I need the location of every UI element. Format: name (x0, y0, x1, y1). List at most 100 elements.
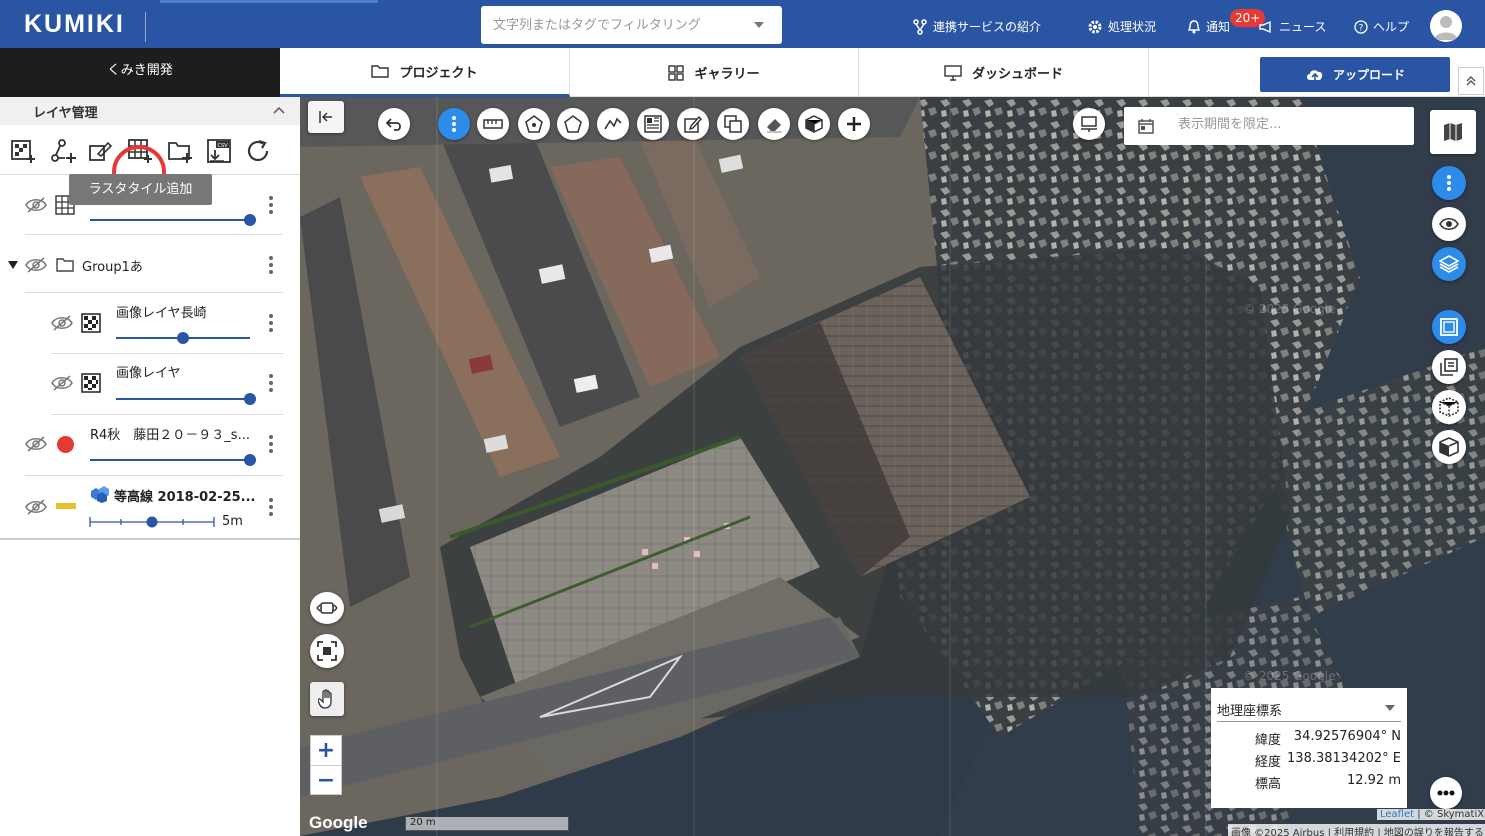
tab-dashboard-label: ダッシュボード (971, 67, 1063, 82)
opacity-slider-track[interactable] (116, 398, 250, 400)
basemap-button[interactable] (1430, 110, 1476, 154)
undo-button[interactable] (378, 108, 410, 140)
checker-icon (81, 313, 101, 333)
display-mode-button[interactable] (1073, 108, 1105, 140)
eye-off-icon[interactable] (25, 436, 47, 452)
map-options-button[interactable] (1432, 166, 1466, 200)
polyline-icon (604, 117, 622, 130)
elevation-label: 標高 (1255, 777, 1282, 792)
opacity-slider-thumb[interactable] (244, 214, 256, 226)
map-view[interactable]: + − 地理座標系 緯度 34.92576904° N 経度 138.38134… (300, 97, 1485, 836)
opacity-slider-thumb[interactable] (244, 454, 256, 466)
tab-dashboard[interactable]: ダッシュボード (859, 48, 1149, 97)
eye-off-icon[interactable] (51, 375, 73, 391)
edit-tool-button[interactable] (677, 108, 709, 140)
pointcloud-button[interactable] (1432, 390, 1466, 424)
report-error-link[interactable]: 地図の誤りを報告する (1384, 828, 1484, 836)
user-avatar[interactable] (1430, 10, 1462, 42)
red-dot-icon (57, 436, 74, 453)
filter-search-input[interactable] (493, 15, 743, 35)
3d-model-button[interactable] (1432, 430, 1466, 464)
split-view-button[interactable] (1432, 350, 1466, 384)
import-csv-button[interactable]: CSV (205, 137, 233, 165)
add-tool-button[interactable] (838, 108, 870, 140)
cloud-upload-icon (1306, 69, 1323, 81)
fit-extent-button[interactable] (310, 592, 344, 624)
eye-off-icon[interactable] (25, 197, 47, 213)
stacked-pages-icon (1440, 358, 1458, 376)
tab-gallery-label: ギャラリー (694, 67, 760, 82)
more-vertical-icon (452, 116, 456, 132)
upload-button-label: アップロード (1332, 68, 1405, 82)
coord-system-select[interactable]: 地理座標系 (1217, 698, 1401, 722)
leaflet-link[interactable]: Leaflet (1380, 809, 1414, 820)
opacity-slider-track[interactable] (90, 459, 250, 461)
nav-news[interactable]: ニュース (1258, 18, 1326, 35)
add-edit-layer-button[interactable] (87, 137, 115, 165)
csv-icon: CSV (207, 139, 231, 163)
2d-view-button[interactable] (1432, 310, 1466, 344)
group-menu-button[interactable] (269, 256, 273, 274)
more-options-button[interactable] (1430, 777, 1462, 809)
measure-tool-button[interactable] (477, 108, 509, 140)
pencil-square-icon (684, 115, 702, 133)
date-range-input[interactable] (1178, 117, 1398, 132)
layer-menu-button[interactable] (269, 435, 273, 453)
workspace-name[interactable]: くみき開発 (0, 48, 280, 97)
polyline-tool-button[interactable] (597, 108, 629, 140)
layer-panel-header[interactable]: レイヤ管理 (0, 97, 300, 125)
collapse-panel-button[interactable] (308, 101, 344, 133)
scale-label: 20 m (410, 817, 436, 828)
nav-notification[interactable]: 通知 (1187, 18, 1230, 35)
add-group-button[interactable] (166, 137, 194, 165)
tools-menu-button[interactable] (438, 108, 470, 140)
layers-button[interactable] (1432, 247, 1466, 281)
eye-off-icon[interactable] (25, 257, 47, 273)
opacity-slider-thumb[interactable] (244, 393, 256, 405)
refresh-button[interactable] (244, 137, 272, 165)
plus-icon (847, 117, 861, 131)
contour-interval-slider[interactable] (89, 515, 217, 529)
presentation-icon (1081, 116, 1097, 132)
nav-help[interactable]: ? ヘルプ (1354, 18, 1409, 35)
layer-menu-button[interactable] (269, 196, 273, 214)
caret-down-icon[interactable] (7, 260, 19, 270)
filter-search[interactable] (481, 6, 782, 44)
visibility-button[interactable] (1432, 207, 1466, 241)
svg-text:?: ? (1359, 23, 1364, 33)
nav-integration[interactable]: 連携サービスの紹介 (912, 18, 1041, 35)
add-vector-layer-button[interactable] (49, 137, 77, 165)
opacity-slider-thumb[interactable] (177, 332, 189, 344)
polygon-tool-button[interactable] (557, 108, 589, 140)
svg-text:CSV: CSV (217, 143, 228, 149)
zoom-in-button[interactable]: + (310, 735, 342, 765)
bell-icon (1188, 19, 1200, 33)
zoom-out-button[interactable]: − (310, 765, 342, 795)
focus-button[interactable] (310, 634, 344, 668)
chevron-up-icon[interactable] (273, 106, 285, 114)
pan-mode-button[interactable] (310, 682, 344, 716)
eye-off-icon[interactable] (51, 315, 73, 331)
layer-menu-button[interactable] (269, 374, 273, 392)
upload-button[interactable]: アップロード (1260, 57, 1450, 92)
nav-processing[interactable]: 処理状況 (1087, 18, 1156, 35)
add-image-layer-button[interactable] (9, 137, 37, 165)
tab-gallery[interactable]: ギャラリー (570, 48, 859, 97)
skymatix-credit: | © SkymatiX (1417, 809, 1485, 820)
polygon-area-tool-button[interactable] (518, 108, 550, 140)
tab-project[interactable]: プロジェクト (280, 48, 570, 97)
copy-tool-button[interactable] (717, 108, 749, 140)
eye-off-icon[interactable] (25, 499, 47, 515)
date-range-filter[interactable] (1124, 107, 1414, 145)
layer-menu-button[interactable] (269, 498, 273, 516)
layer-menu-button[interactable] (269, 314, 273, 332)
app-logo[interactable]: KUMIKI (24, 10, 125, 39)
node-plus-icon (51, 139, 76, 163)
layout-tool-button[interactable] (637, 108, 669, 140)
3d-tool-button[interactable] (798, 108, 830, 140)
chevron-down-icon[interactable] (754, 22, 764, 28)
terms-link[interactable]: 利用規約 (1334, 828, 1374, 836)
collapse-header-button[interactable] (1458, 67, 1484, 95)
eraser-tool-button[interactable] (758, 108, 790, 140)
opacity-slider-track[interactable] (90, 219, 250, 221)
